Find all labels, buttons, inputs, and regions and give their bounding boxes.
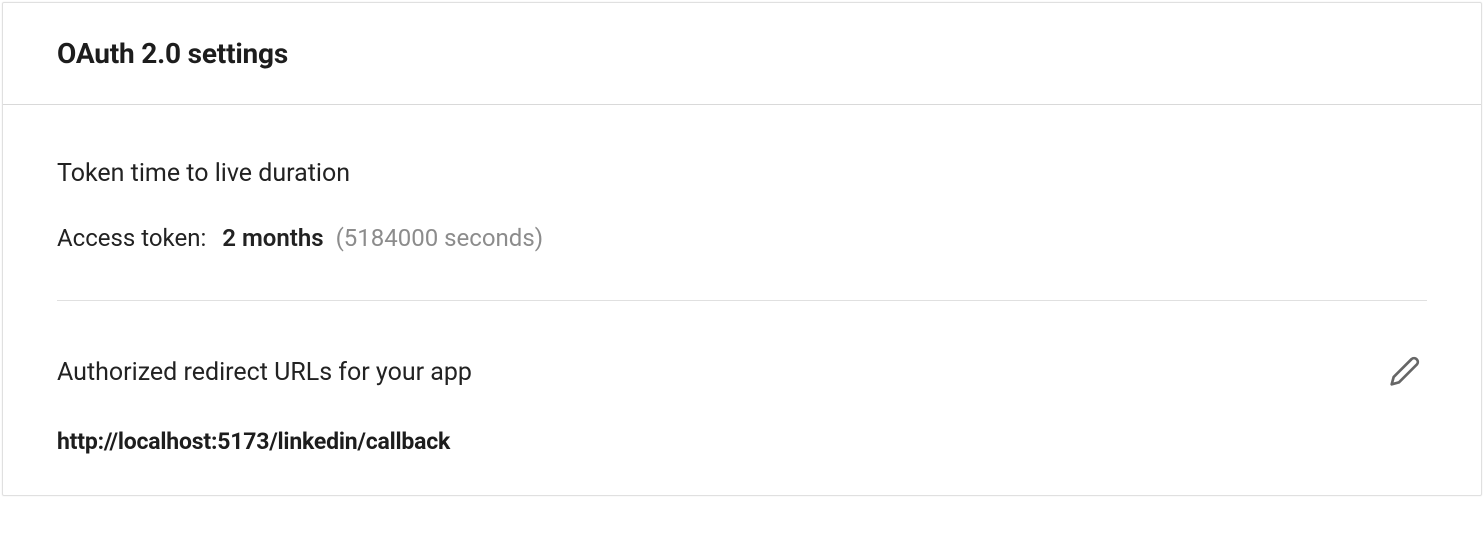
card-title: OAuth 2.0 settings [57,37,1427,70]
redirect-urls-section: Authorized redirect URLs for your app ht… [57,349,1427,455]
section-divider [57,300,1427,301]
redirect-url-item: http://localhost:5173/linkedin/callback [57,428,1427,455]
access-token-label: Access token: [57,224,206,252]
pencil-icon [1389,355,1421,390]
token-ttl-section: Token time to live duration Access token… [57,159,1427,252]
access-token-seconds: (5184000 seconds) [336,224,543,252]
edit-redirect-urls-button[interactable] [1383,349,1427,396]
card-body: Token time to live duration Access token… [3,105,1481,495]
token-ttl-heading: Token time to live duration [57,159,1427,188]
redirect-urls-heading: Authorized redirect URLs for your app [57,358,472,387]
card-header: OAuth 2.0 settings [3,3,1481,105]
redirect-header-row: Authorized redirect URLs for your app [57,349,1427,396]
access-token-row: Access token: 2 months (5184000 seconds) [57,224,1427,252]
oauth-settings-card: OAuth 2.0 settings Token time to live du… [2,2,1482,496]
access-token-value: 2 months [222,224,323,252]
